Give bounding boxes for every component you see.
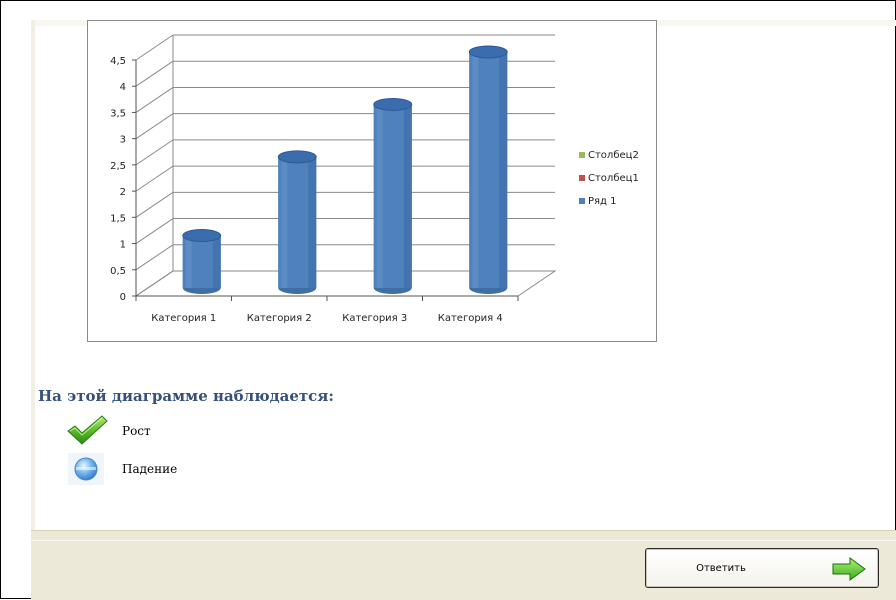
y-tick-label: 4,5 (110, 56, 126, 67)
submit-button-label: Ответить (696, 563, 746, 574)
gridline-diagonal (135, 165, 174, 192)
blue-radio-icon[interactable] (66, 452, 106, 486)
gridline-diagonal (135, 87, 174, 113)
y-tick-label: 2,5 (110, 161, 126, 172)
bar-top (373, 97, 413, 111)
x-tick-label: Категория 4 (438, 313, 503, 324)
x-tick-label: Категория 3 (342, 313, 407, 324)
bar-top (468, 45, 508, 59)
bar-highlight (281, 156, 288, 288)
question-heading: На этой диаграмме наблюдается: (38, 387, 334, 405)
y-tick-label: 2 (120, 187, 126, 198)
legend-label: Столбец2 (588, 150, 639, 161)
green-arrow-right-icon (832, 557, 866, 581)
answer-option-decline[interactable]: Падение (66, 452, 177, 486)
legend-label: Столбец1 (588, 173, 639, 184)
bar (182, 229, 222, 294)
gridline-diagonal (135, 60, 174, 87)
y-tick-label: 0 (120, 292, 126, 303)
legend-swatch (579, 152, 585, 158)
bar-highlight (376, 104, 383, 288)
submit-answer-button[interactable]: Ответить (645, 548, 879, 588)
y-tick-label: 1 (120, 240, 126, 251)
gridline-diagonal (135, 34, 174, 61)
bar-shade (499, 52, 508, 288)
legend-swatch (579, 175, 585, 181)
gridline-diagonal (135, 139, 174, 166)
content-left-edge (31, 20, 35, 530)
legend-swatch (579, 198, 585, 204)
footer-divider (31, 540, 896, 541)
x-tick-label: Категория 1 (151, 313, 216, 324)
bar-highlight (185, 235, 192, 288)
bar-top (277, 150, 317, 164)
y-tick-label: 4 (120, 82, 126, 93)
chart-svg: 0 0,5 1 1,5 2 2,5 3 3,5 4 4,5 Категория 1 Категория… (110, 34, 639, 324)
bar (373, 97, 413, 294)
legend-label: Ряд 1 (588, 196, 617, 207)
y-tick-label: 3,5 (110, 108, 126, 119)
y-tick-label: 1,5 (110, 213, 126, 224)
gridline-diagonal (135, 244, 174, 271)
gridline-diagonal (135, 113, 174, 140)
y-tick-label: 0,5 (110, 266, 126, 277)
x-tick-label: Категория 2 (247, 313, 312, 324)
bar (468, 45, 508, 294)
y-tick-label: 3 (120, 135, 126, 146)
bar (277, 150, 317, 294)
answer-option-label: Падение (122, 462, 178, 476)
green-checkmark-icon[interactable] (66, 414, 108, 448)
answer-option-label: Рост (122, 424, 151, 438)
gridline-diagonal (135, 191, 174, 218)
bar-highlight (472, 52, 479, 288)
chart-container: 0 0,5 1 1,5 2 2,5 3 3,5 4 4,5 Категория 1 Категория… (87, 20, 657, 342)
answer-option-growth[interactable]: Рост (66, 414, 151, 448)
bar-shade (308, 156, 317, 288)
gridline-diagonal (135, 218, 174, 244)
bar-top (182, 229, 222, 243)
bar-shade (403, 104, 412, 288)
bar-shade (212, 235, 221, 288)
gridline-diagonal (135, 270, 174, 297)
